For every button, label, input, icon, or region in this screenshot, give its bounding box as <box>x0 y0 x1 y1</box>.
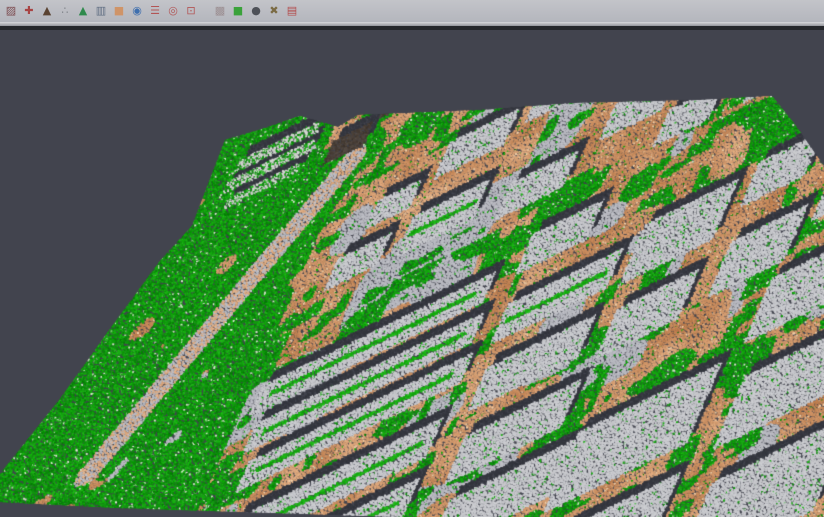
classification-view-button[interactable]: ■ <box>230 3 246 19</box>
target-view-button[interactable]: ◎ <box>165 3 181 19</box>
surface-tool-button[interactable]: ▲ <box>75 3 91 19</box>
list-view-icon: ☰ <box>150 3 160 19</box>
window-frame-line <box>0 26 824 30</box>
flag-tool-button[interactable]: ▤ <box>284 3 300 19</box>
globe-view-icon: ◉ <box>132 3 142 19</box>
delete-tool-icon: ✖ <box>269 3 278 19</box>
application-window: ▨ ✚ ▲ ∴ ▲ ▥ ■ ◉ ☰ ◎ ⊡ ▩ ■ ● ✖ ▤ <box>0 0 824 517</box>
zoom-extent-icon: ⊡ <box>186 3 195 19</box>
ortho-tile-icon: ■ <box>114 3 124 19</box>
grid-view-button[interactable]: ▩ <box>212 3 228 19</box>
terrain-tool-button[interactable]: ▲ <box>39 3 55 19</box>
move-tool-button[interactable]: ✚ <box>21 3 37 19</box>
list-view-button[interactable]: ☰ <box>147 3 163 19</box>
zoom-extent-button[interactable]: ⊡ <box>183 3 199 19</box>
toolbar: ▨ ✚ ▲ ∴ ▲ ▥ ■ ◉ ☰ ◎ ⊡ ▩ ■ ● ✖ ▤ <box>0 0 824 22</box>
snapshot-icon: ● <box>251 3 261 19</box>
move-tool-icon: ✚ <box>24 3 33 19</box>
target-view-icon: ◎ <box>168 3 178 19</box>
profile-tool-icon: ▥ <box>96 3 106 19</box>
ortho-tile-button[interactable]: ■ <box>111 3 127 19</box>
surface-tool-icon: ▲ <box>79 3 87 19</box>
grid-view-icon: ▩ <box>215 3 225 19</box>
points-tool-button[interactable]: ∴ <box>57 3 73 19</box>
classification-view-icon: ■ <box>233 3 243 19</box>
delete-tool-button[interactable]: ✖ <box>266 3 282 19</box>
snapshot-button[interactable]: ● <box>248 3 264 19</box>
globe-view-button[interactable]: ◉ <box>129 3 145 19</box>
flag-tool-icon: ▤ <box>287 3 297 19</box>
select-tool-button[interactable]: ▨ <box>3 3 19 19</box>
profile-tool-button[interactable]: ▥ <box>93 3 109 19</box>
terrain-tool-icon: ▲ <box>43 3 51 19</box>
points-tool-icon: ∴ <box>62 3 69 19</box>
select-tool-icon: ▨ <box>6 3 16 19</box>
point-cloud-viewport[interactable] <box>0 0 824 517</box>
